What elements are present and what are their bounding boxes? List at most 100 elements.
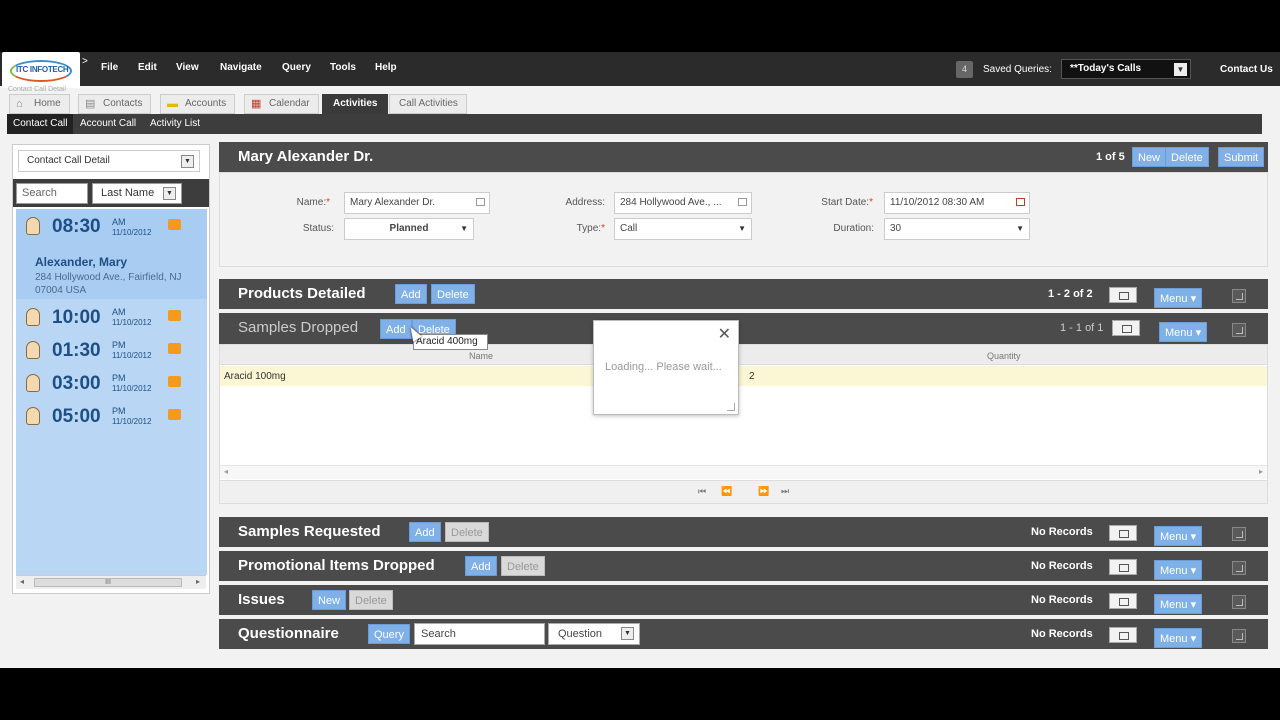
grid-view-icon[interactable] bbox=[1109, 287, 1137, 303]
menu-tools[interactable]: Tools bbox=[330, 62, 356, 73]
last-page-icon[interactable]: ⏭ bbox=[781, 486, 789, 497]
questionnaire-search-input[interactable]: Search bbox=[414, 623, 545, 645]
prev-page-icon[interactable]: ⏪ bbox=[721, 486, 732, 497]
calendar-icon[interactable] bbox=[1016, 198, 1025, 206]
promotional-items-section: Promotional Items Dropped Add Delete No … bbox=[219, 551, 1268, 581]
list-item[interactable]: 03:00 PM 11/10/2012 bbox=[16, 368, 207, 400]
list-item[interactable]: 10:00 AM 11/10/2012 bbox=[16, 302, 207, 334]
contact-us-link[interactable]: Contact Us bbox=[1220, 64, 1273, 75]
grid-view-icon[interactable] bbox=[1109, 627, 1137, 643]
table-row[interactable]: Aracid 100mg 2 bbox=[220, 366, 1267, 386]
grid-view-icon[interactable] bbox=[1109, 525, 1137, 541]
first-page-icon[interactable]: ⏮ bbox=[698, 486, 706, 497]
view-select[interactable]: Contact Call Detail ▼ bbox=[18, 150, 200, 172]
section-title: Questionnaire bbox=[238, 625, 339, 642]
query-button[interactable]: Query bbox=[368, 624, 410, 644]
grid-view-icon[interactable] bbox=[1109, 559, 1137, 575]
record-count: 1 of 5 bbox=[1096, 151, 1125, 163]
section-title: Issues bbox=[238, 591, 285, 608]
expand-icon[interactable] bbox=[1232, 561, 1246, 575]
menu-file[interactable]: File bbox=[101, 62, 118, 73]
grid-view-icon[interactable] bbox=[1109, 593, 1137, 609]
company-logo[interactable]: ITC INFOTECH bbox=[2, 52, 80, 88]
status-select[interactable]: Planned ▼ bbox=[344, 218, 474, 240]
chevron-down-icon[interactable]: ▼ bbox=[460, 219, 468, 239]
lookup-icon[interactable] bbox=[476, 198, 485, 206]
chevron-down-icon[interactable]: ▼ bbox=[163, 187, 176, 200]
scroll-right-icon[interactable]: ▸ bbox=[1259, 467, 1263, 476]
tab-activities[interactable]: Activities bbox=[322, 94, 389, 114]
chevron-down-icon[interactable]: ▼ bbox=[621, 627, 634, 640]
list-item[interactable]: 05:00 PM 11/10/2012 bbox=[16, 401, 207, 433]
expand-icon[interactable] bbox=[1232, 629, 1246, 643]
tab-call-activities[interactable]: Call Activities bbox=[389, 94, 467, 114]
expand-icon[interactable] bbox=[1232, 595, 1246, 609]
menu-view[interactable]: View bbox=[176, 62, 199, 73]
duration-select[interactable]: 30 ▼ bbox=[884, 218, 1030, 240]
expand-icon[interactable] bbox=[1232, 527, 1246, 541]
subnav-contact-call[interactable]: Contact Call bbox=[7, 114, 74, 134]
list-search-input[interactable]: Search bbox=[16, 183, 88, 204]
tab-contacts[interactable]: ▤ Contacts bbox=[78, 94, 152, 114]
list-item[interactable]: 08:30 AM 11/10/2012 Alexander, Mary 284 … bbox=[16, 209, 207, 299]
horizontal-scrollbar[interactable]: ◂ III ▸ bbox=[16, 575, 206, 589]
expand-icon[interactable] bbox=[1232, 289, 1246, 303]
add-button[interactable]: Add bbox=[395, 284, 427, 304]
chevron-down-icon[interactable]: ▼ bbox=[738, 219, 746, 239]
grid-view-icon[interactable] bbox=[1112, 320, 1140, 336]
name-field[interactable]: Mary Alexander Dr. bbox=[344, 192, 490, 214]
list-item[interactable]: 01:30 PM 11/10/2012 bbox=[16, 335, 207, 367]
menu-button[interactable]: Menu ▾ bbox=[1154, 628, 1202, 648]
subnav-activity-list[interactable]: Activity List bbox=[150, 118, 200, 129]
address-field[interactable]: 284 Hollywood Ave., ... bbox=[614, 192, 752, 214]
sort-select[interactable]: Last Name ▼ bbox=[92, 183, 182, 204]
menu-button[interactable]: Menu ▾ bbox=[1154, 560, 1202, 580]
scroll-thumb[interactable]: III bbox=[34, 578, 182, 587]
resize-handle[interactable] bbox=[727, 403, 735, 411]
add-button[interactable]: Add bbox=[409, 522, 441, 542]
tab-accounts[interactable]: ▬ Accounts bbox=[160, 94, 236, 114]
menu-query[interactable]: Query bbox=[282, 62, 311, 73]
column-name[interactable]: Name bbox=[469, 351, 493, 361]
menu-button-label: Menu bbox=[1165, 327, 1193, 339]
next-page-icon[interactable]: ⏩ bbox=[758, 486, 769, 497]
delete-button[interactable]: Delete bbox=[445, 522, 489, 542]
delete-button[interactable]: Delete bbox=[349, 590, 393, 610]
menu-button[interactable]: Menu ▾ bbox=[1154, 288, 1202, 308]
horizontal-scrollbar[interactable]: ◂ ▸ bbox=[220, 465, 1267, 479]
scroll-right-icon[interactable]: ▸ bbox=[196, 577, 200, 586]
scroll-left-icon[interactable]: ◂ bbox=[20, 577, 24, 586]
subnav-account-call[interactable]: Account Call bbox=[80, 118, 136, 129]
logo-expand-icon[interactable]: > bbox=[82, 56, 88, 67]
expand-icon[interactable] bbox=[1232, 323, 1246, 337]
chevron-down-icon[interactable]: ▼ bbox=[181, 155, 194, 168]
add-button[interactable]: Add bbox=[465, 556, 497, 576]
lookup-icon[interactable] bbox=[738, 198, 747, 206]
menu-button[interactable]: Menu ▾ bbox=[1154, 526, 1202, 546]
new-button[interactable]: New bbox=[312, 590, 347, 610]
call-date: 11/10/2012 bbox=[112, 318, 152, 327]
start-date-field[interactable]: 11/10/2012 08:30 AM bbox=[884, 192, 1030, 214]
column-quantity[interactable]: Quantity bbox=[987, 351, 1021, 361]
new-button[interactable]: New bbox=[1132, 147, 1167, 167]
menu-button[interactable]: Menu ▾ bbox=[1154, 594, 1202, 614]
scroll-left-icon[interactable]: ◂ bbox=[224, 467, 228, 476]
delete-button[interactable]: Delete bbox=[501, 556, 545, 576]
saved-queries-select[interactable]: **Today's Calls ▼ bbox=[1061, 59, 1191, 79]
question-select[interactable]: Question ▼ bbox=[548, 623, 640, 645]
tab-calendar[interactable]: ▦ Calendar bbox=[244, 94, 319, 114]
menu-navigate[interactable]: Navigate bbox=[220, 62, 262, 73]
chevron-down-icon[interactable]: ▼ bbox=[1016, 219, 1024, 239]
menu-help[interactable]: Help bbox=[375, 62, 397, 73]
delete-button[interactable]: Delete bbox=[431, 284, 475, 304]
tooltip: Aracid 400mg bbox=[413, 334, 488, 350]
submit-button[interactable]: Submit bbox=[1218, 147, 1265, 167]
tab-home[interactable]: ⌂ Home bbox=[9, 94, 70, 114]
chevron-down-icon[interactable]: ▼ bbox=[1174, 63, 1187, 76]
call-ampm: AM bbox=[112, 307, 126, 317]
close-icon[interactable]: ✕ bbox=[718, 324, 731, 344]
menu-button[interactable]: Menu ▾ bbox=[1159, 322, 1207, 342]
delete-button[interactable]: Delete bbox=[1165, 147, 1209, 167]
menu-edit[interactable]: Edit bbox=[138, 62, 157, 73]
type-select[interactable]: Call ▼ bbox=[614, 218, 752, 240]
